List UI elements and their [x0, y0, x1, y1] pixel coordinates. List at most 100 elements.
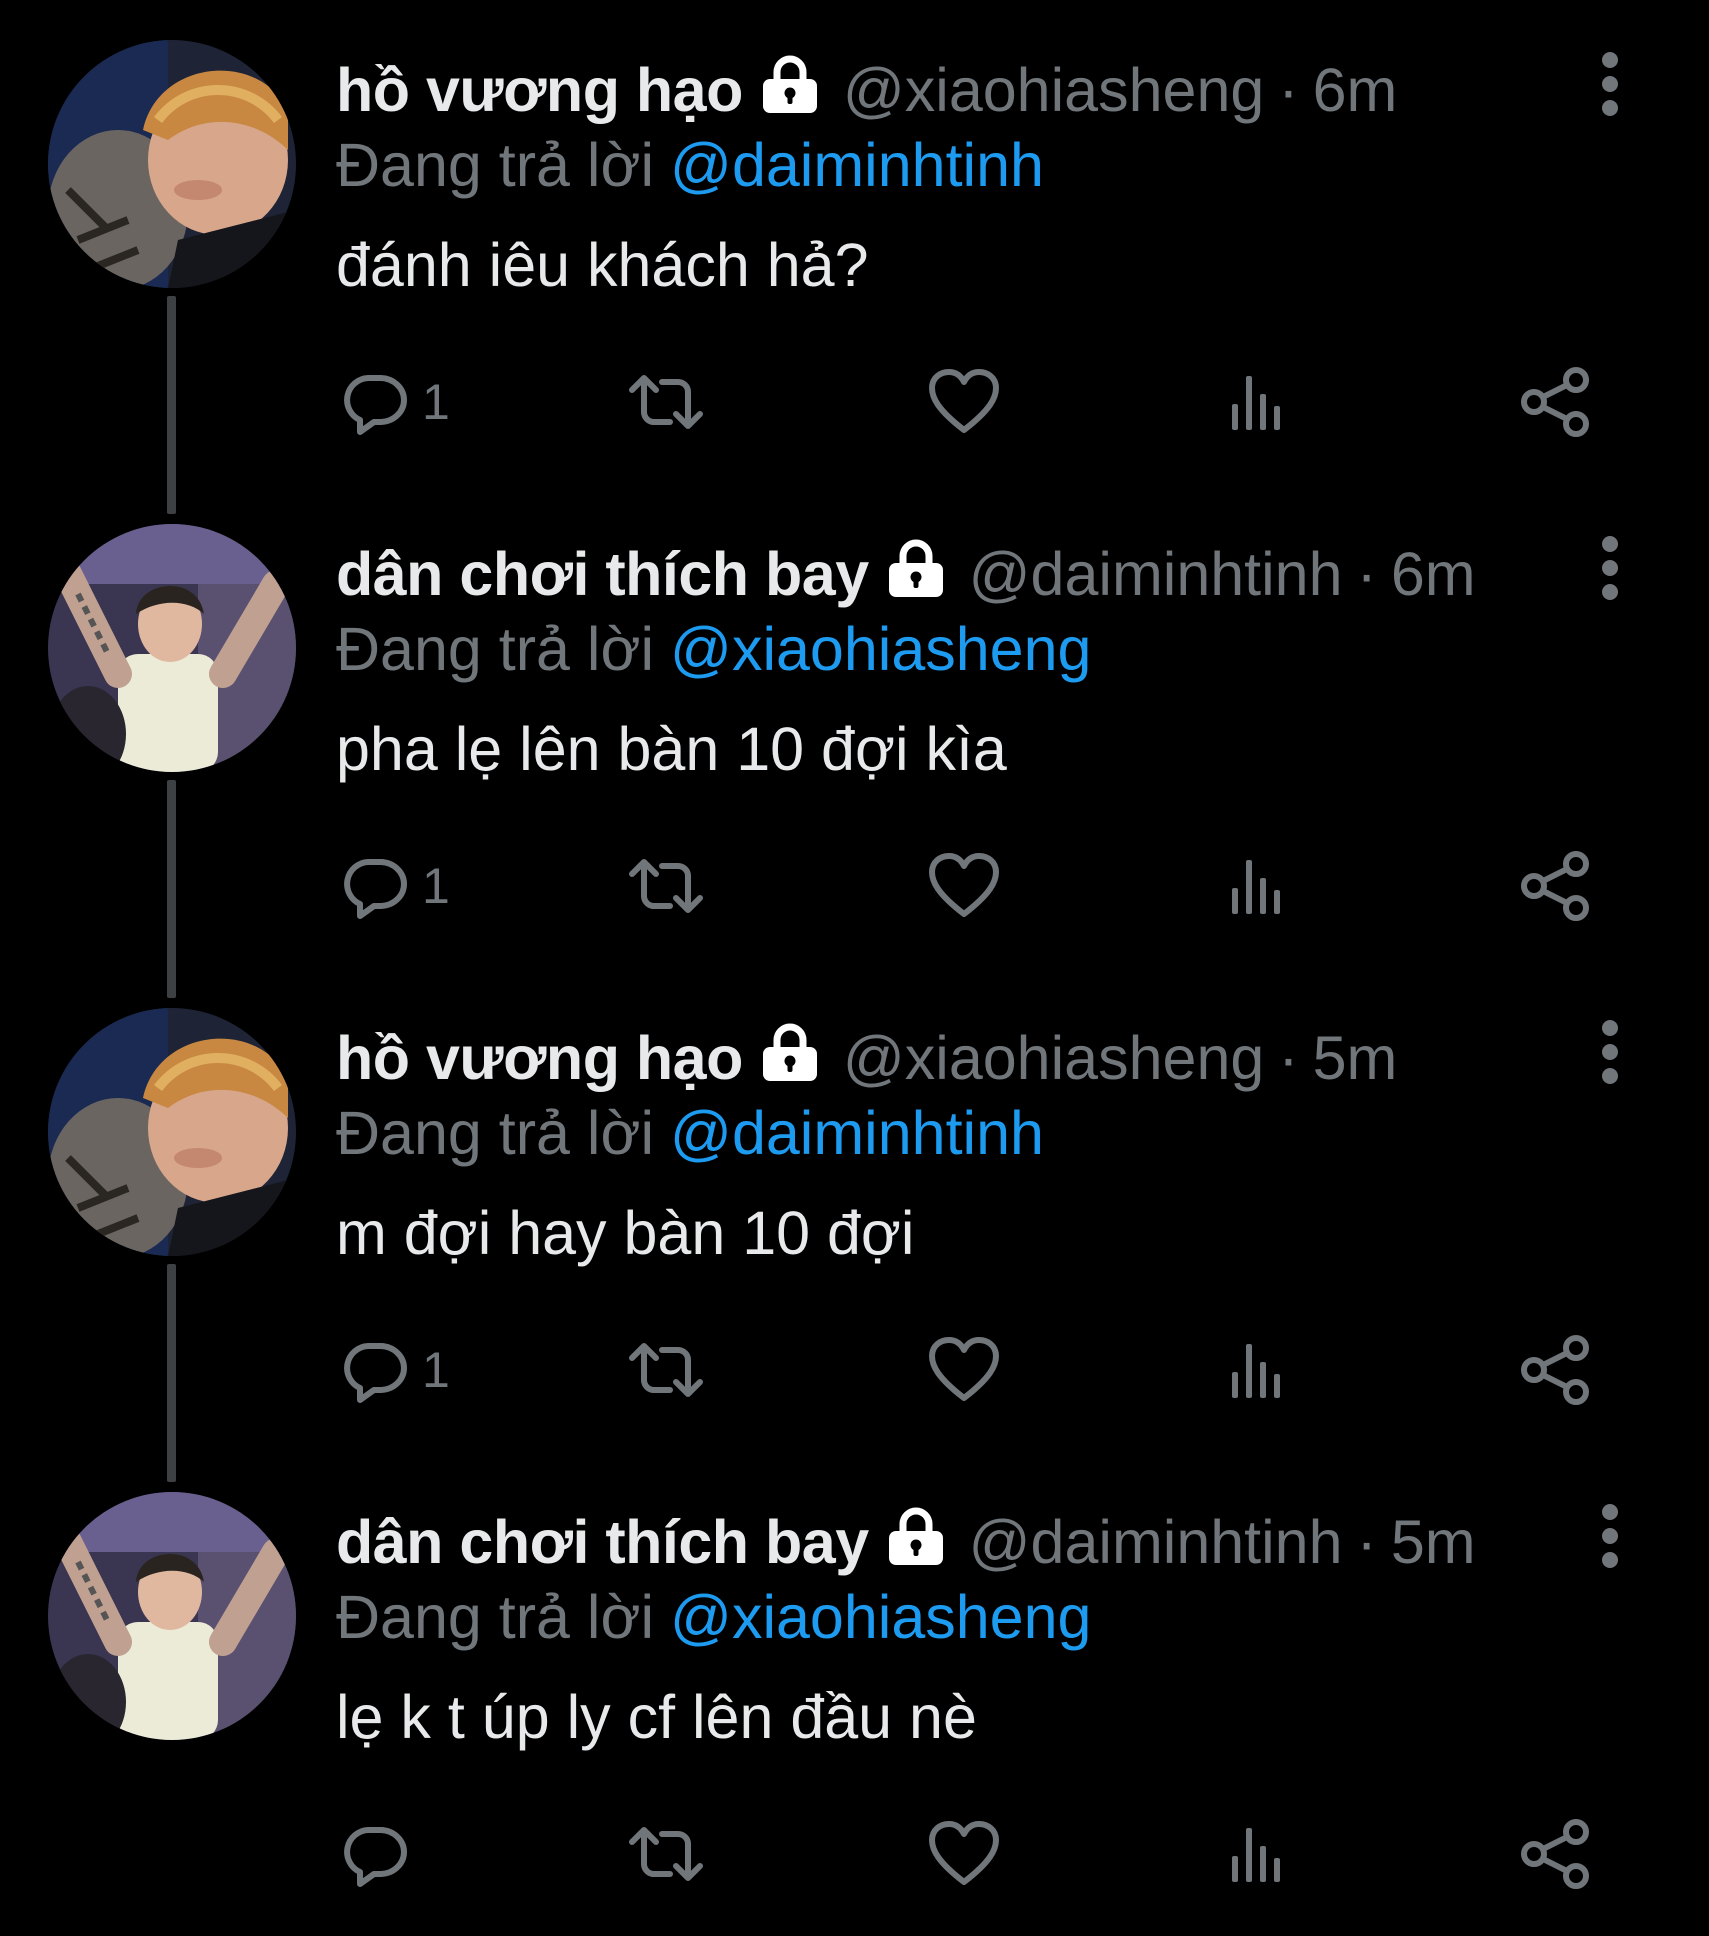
- replying-to-handle[interactable]: @xiaohiasheng: [670, 615, 1091, 683]
- more-dot: [1602, 76, 1618, 92]
- timestamp[interactable]: 5m: [1313, 1018, 1398, 1098]
- more-options-button[interactable]: [1584, 1504, 1636, 1568]
- retweet-icon: [629, 1343, 703, 1397]
- share-button[interactable]: [1518, 846, 1594, 926]
- share-icon: [1521, 1335, 1589, 1405]
- handle[interactable]: @xiaohiasheng: [843, 50, 1264, 130]
- retweet-icon: [629, 859, 703, 913]
- replying-to: Đang trả lời @daiminhtinh: [336, 1093, 1044, 1173]
- tweet-text: lẹ k t úp ly cf lên đầu nè: [336, 1683, 977, 1751]
- more-dot: [1602, 1044, 1618, 1060]
- like-button[interactable]: [926, 1814, 1002, 1894]
- timestamp[interactable]: 5m: [1391, 1502, 1476, 1582]
- separator-dot: ·: [1278, 56, 1299, 124]
- reply-button[interactable]: 1: [338, 846, 450, 926]
- more-options-button[interactable]: [1584, 536, 1636, 600]
- share-button[interactable]: [1518, 362, 1594, 442]
- retweet-button[interactable]: [624, 1330, 708, 1410]
- reply-count: 1: [422, 1342, 450, 1398]
- display-name[interactable]: hồ vương hạo: [336, 1018, 743, 1098]
- replying-to: Đang trả lời @daiminhtinh: [336, 125, 1044, 205]
- more-options-button[interactable]: [1584, 1020, 1636, 1084]
- tweet[interactable]: dân chơi thích bay @daiminhtinh · 6m Đan…: [0, 484, 1709, 968]
- tweet-header: dân chơi thích bay @daiminhtinh · 6m: [336, 534, 1476, 614]
- retweet-button[interactable]: [624, 362, 708, 442]
- display-name[interactable]: dân chơi thích bay: [336, 534, 869, 614]
- tweet[interactable]: hồ vương hạo @xiaohiasheng · 6m Đang trả…: [0, 0, 1709, 484]
- avatar[interactable]: [48, 1492, 296, 1740]
- replying-to: Đang trả lời @xiaohiasheng: [336, 1577, 1091, 1657]
- views-button[interactable]: [1220, 846, 1292, 926]
- reply-button[interactable]: 1: [338, 1330, 450, 1410]
- avatar[interactable]: [48, 524, 296, 772]
- handle[interactable]: @daiminhtinh: [969, 1502, 1343, 1582]
- avatar-photo-blonde-hair: [48, 1008, 296, 1256]
- share-button[interactable]: [1518, 1330, 1594, 1410]
- separator-dot: ·: [1356, 540, 1377, 608]
- reply-bubble-icon: [344, 1827, 407, 1887]
- heart-icon: [929, 369, 999, 433]
- replying-to-label: Đang trả lời: [336, 131, 655, 199]
- replying-to: Đang trả lời @xiaohiasheng: [336, 609, 1091, 689]
- avatar[interactable]: [48, 1008, 296, 1256]
- lock-icon: [757, 51, 823, 117]
- more-vertical-icon: [1602, 1504, 1618, 1520]
- share-icon: [1521, 851, 1589, 921]
- more-dot: [1602, 584, 1618, 600]
- replying-to-handle[interactable]: @xiaohiasheng: [670, 1583, 1091, 1651]
- views-bar-chart-icon: [1232, 376, 1280, 430]
- lock-icon: [757, 1019, 823, 1085]
- tweet[interactable]: hồ vương hạo @xiaohiasheng · 5m Đang trả…: [0, 968, 1709, 1452]
- timestamp[interactable]: 6m: [1391, 534, 1476, 614]
- tweet-header: hồ vương hạo @xiaohiasheng · 6m: [336, 50, 1397, 130]
- more-dot: [1602, 100, 1618, 116]
- replying-to-handle[interactable]: @daiminhtinh: [670, 1099, 1044, 1167]
- retweet-icon: [629, 375, 703, 429]
- reply-bubble-icon: [344, 375, 407, 435]
- views-button[interactable]: [1220, 1814, 1292, 1894]
- display-name[interactable]: hồ vương hạo: [336, 50, 743, 130]
- lock-icon: [883, 1503, 949, 1569]
- like-button[interactable]: [926, 1330, 1002, 1410]
- thread-connector-line: [167, 780, 176, 998]
- retweet-button[interactable]: [624, 846, 708, 926]
- share-button[interactable]: [1518, 1814, 1594, 1894]
- handle[interactable]: @xiaohiasheng: [843, 1018, 1264, 1098]
- retweet-button[interactable]: [624, 1814, 708, 1894]
- separator-dot: ·: [1356, 1508, 1377, 1576]
- more-vertical-icon: [1602, 52, 1618, 68]
- thread-connector-line: [167, 1264, 176, 1482]
- reply-bubble-icon: [344, 1343, 407, 1403]
- tweet-header: dân chơi thích bay @daiminhtinh · 5m: [336, 1502, 1476, 1582]
- views-bar-chart-icon: [1232, 1828, 1280, 1882]
- conversation-thread: hồ vương hạo @xiaohiasheng · 6m Đang trả…: [0, 0, 1709, 1920]
- reply-count: 1: [422, 374, 450, 430]
- more-dot: [1602, 1552, 1618, 1568]
- reply-button[interactable]: [338, 1814, 410, 1894]
- handle[interactable]: @daiminhtinh: [969, 534, 1343, 614]
- like-button[interactable]: [926, 362, 1002, 442]
- replying-to-label: Đang trả lời: [336, 1099, 655, 1167]
- retweet-icon: [629, 1827, 703, 1881]
- tweet[interactable]: dân chơi thích bay @daiminhtinh · 5m Đan…: [0, 1452, 1709, 1936]
- display-name[interactable]: dân chơi thích bay: [336, 1502, 869, 1582]
- views-bar-chart-icon: [1232, 860, 1280, 914]
- more-vertical-icon: [1602, 536, 1618, 552]
- views-button[interactable]: [1220, 1330, 1292, 1410]
- replying-to-label: Đang trả lời: [336, 1583, 655, 1651]
- like-button[interactable]: [926, 846, 1002, 926]
- avatar-photo-club: [48, 1492, 296, 1740]
- reply-button[interactable]: 1: [338, 362, 450, 442]
- share-icon: [1521, 1819, 1589, 1889]
- more-options-button[interactable]: [1584, 52, 1636, 116]
- avatar[interactable]: [48, 40, 296, 288]
- more-dot: [1602, 560, 1618, 576]
- avatar-photo-club: [48, 524, 296, 772]
- views-bar-chart-icon: [1232, 1344, 1280, 1398]
- more-dot: [1602, 1068, 1618, 1084]
- replying-to-handle[interactable]: @daiminhtinh: [670, 131, 1044, 199]
- replying-to-label: Đang trả lời: [336, 615, 655, 683]
- heart-icon: [929, 853, 999, 917]
- timestamp[interactable]: 6m: [1313, 50, 1398, 130]
- views-button[interactable]: [1220, 362, 1292, 442]
